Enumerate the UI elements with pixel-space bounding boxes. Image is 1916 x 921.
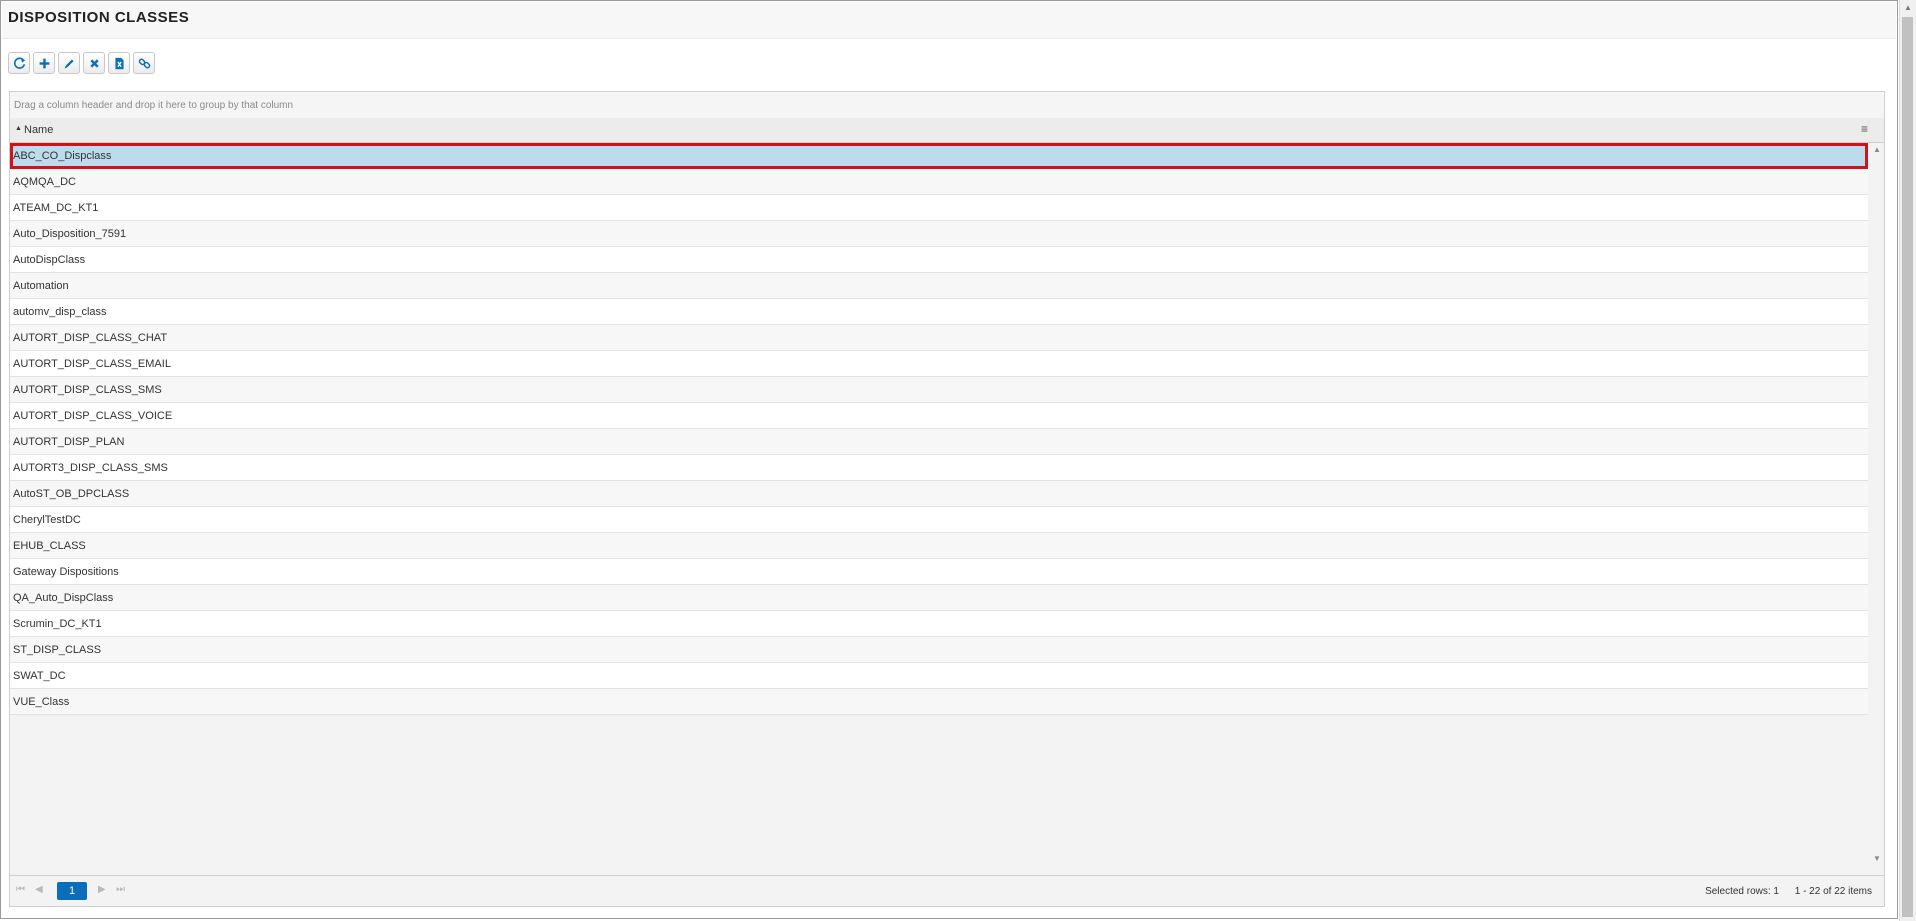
row-name-cell: Scrumin_DC_KT1 (13, 618, 102, 630)
row-name-cell: ST_DISP_CLASS (13, 644, 102, 656)
table-row[interactable]: AutoDispClass (10, 247, 1868, 273)
page-scroll-thumb[interactable] (1902, 17, 1913, 917)
scroll-down-icon[interactable]: ▼ (1873, 854, 1881, 863)
row-name-cell: QA_Auto_DispClass (13, 592, 114, 604)
row-name-cell: automv_disp_class (13, 306, 107, 318)
excel-icon (114, 57, 124, 69)
refresh-button[interactable] (8, 52, 30, 74)
table-row[interactable]: ABC_CO_Dispclass (10, 143, 1868, 169)
table-row[interactable]: QA_Auto_DispClass (10, 585, 1868, 611)
table-row[interactable]: AQMQA_DC (10, 169, 1868, 195)
page-scroll-up-icon[interactable]: ▲ (1904, 3, 1912, 12)
pencil-icon (64, 58, 74, 68)
column-menu-icon[interactable]: ≡ (1861, 122, 1868, 136)
table-row[interactable]: Gateway Dispositions (10, 559, 1868, 585)
table-row[interactable]: VUE_Class (10, 689, 1868, 715)
plus-icon (39, 58, 49, 68)
table-row[interactable]: AUTORT3_DISP_CLASS_SMS (10, 455, 1868, 481)
table-row[interactable]: CherylTestDC (10, 507, 1868, 533)
title-bar: DISPOSITION CLASSES (2, 2, 1896, 39)
first-page-icon[interactable]: ⏮ (16, 884, 25, 895)
row-name-cell: ABC_CO_Dispclass (13, 150, 112, 162)
scroll-up-icon[interactable]: ▲ (1873, 145, 1881, 154)
table-row[interactable]: AUTORT_DISP_CLASS_VOICE (10, 403, 1868, 429)
table-row[interactable]: AUTORT_DISP_CLASS_CHAT (10, 325, 1868, 351)
prev-page-icon[interactable]: ◀ (35, 884, 43, 895)
items-info: 1 - 22 of 22 items (1794, 886, 1872, 897)
table-row[interactable]: AUTORT_DISP_CLASS_SMS (10, 377, 1868, 403)
row-name-cell: AutoDispClass (13, 254, 86, 266)
selected-rows-count: Selected rows: 1 (1705, 886, 1779, 897)
table-row[interactable]: AutoST_OB_DPCLASS (10, 481, 1868, 507)
row-name-cell: SWAT_DC (13, 670, 66, 682)
table-row[interactable]: AUTORT_DISP_PLAN (10, 429, 1868, 455)
add-button[interactable] (33, 52, 55, 74)
row-name-cell: Auto_Disposition_7591 (13, 228, 127, 240)
toolbar (8, 52, 155, 76)
edit-button[interactable] (58, 52, 80, 74)
table-row[interactable]: SWAT_DC (10, 663, 1868, 689)
row-name-cell: VUE_Class (13, 696, 70, 708)
link-icon (138, 58, 150, 68)
page-number-button[interactable]: 1 (57, 882, 87, 900)
table-row[interactable]: Auto_Disposition_7591 (10, 221, 1868, 247)
table-row[interactable]: AUTORT_DISP_CLASS_EMAIL (10, 351, 1868, 377)
row-name-cell: EHUB_CLASS (13, 540, 86, 552)
page-title: DISPOSITION CLASSES (8, 9, 190, 26)
row-name-cell: AUTORT_DISP_CLASS_CHAT (13, 332, 168, 344)
table-row[interactable]: Scrumin_DC_KT1 (10, 611, 1868, 637)
row-name-cell: AUTORT3_DISP_CLASS_SMS (13, 462, 168, 474)
row-name-cell: Gateway Dispositions (13, 566, 119, 578)
row-name-cell: CherylTestDC (13, 514, 81, 526)
sort-ascending-icon: ▲ (15, 125, 22, 132)
grid-scrollbar[interactable]: ▲ ▼ (1870, 143, 1884, 865)
export-excel-button[interactable] (108, 52, 130, 74)
row-name-cell: ATEAM_DC_KT1 (13, 202, 99, 214)
row-name-cell: AUTORT_DISP_PLAN (13, 436, 125, 448)
link-button[interactable] (133, 52, 155, 74)
refresh-icon (13, 57, 25, 69)
table-row[interactable]: ATEAM_DC_KT1 (10, 195, 1868, 221)
table-row[interactable]: Automation (10, 273, 1868, 299)
pager: ⏮ ◀ 1 ▶ ⏭ Selected rows: 1 1 - 22 of 22 … (10, 875, 1884, 906)
x-icon (89, 58, 99, 68)
table-row[interactable]: EHUB_CLASS (10, 533, 1868, 559)
delete-button[interactable] (83, 52, 105, 74)
row-name-cell: AutoST_OB_DPCLASS (13, 488, 130, 500)
group-drop-panel[interactable]: Drag a column header and drop it here to… (10, 92, 1884, 119)
grid-header: ▲ Name ≡ (10, 118, 1884, 143)
row-name-cell: Automation (13, 280, 69, 292)
group-panel-hint: Drag a column header and drop it here to… (14, 100, 294, 111)
table-row[interactable]: ST_DISP_CLASS (10, 637, 1868, 663)
row-name-cell: AUTORT_DISP_CLASS_EMAIL (13, 358, 171, 370)
disposition-classes-grid: Drag a column header and drop it here to… (9, 91, 1885, 907)
next-page-icon[interactable]: ▶ (98, 884, 106, 895)
row-name-cell: AQMQA_DC (13, 176, 76, 188)
column-header-name[interactable]: Name (24, 124, 53, 136)
page-scrollbar[interactable]: ▲ (1899, 0, 1916, 921)
table-row[interactable]: automv_disp_class (10, 299, 1868, 325)
grid-rows: ABC_CO_Dispclass AQMQA_DC ATEAM_DC_KT1 Auto… (10, 143, 1868, 715)
row-name-cell: AUTORT_DISP_CLASS_VOICE (13, 410, 173, 422)
row-name-cell: AUTORT_DISP_CLASS_SMS (13, 384, 162, 396)
app-frame: DISPOSITION CLASSES Drag a column header… (0, 0, 1898, 919)
last-page-icon[interactable]: ⏭ (116, 884, 125, 895)
